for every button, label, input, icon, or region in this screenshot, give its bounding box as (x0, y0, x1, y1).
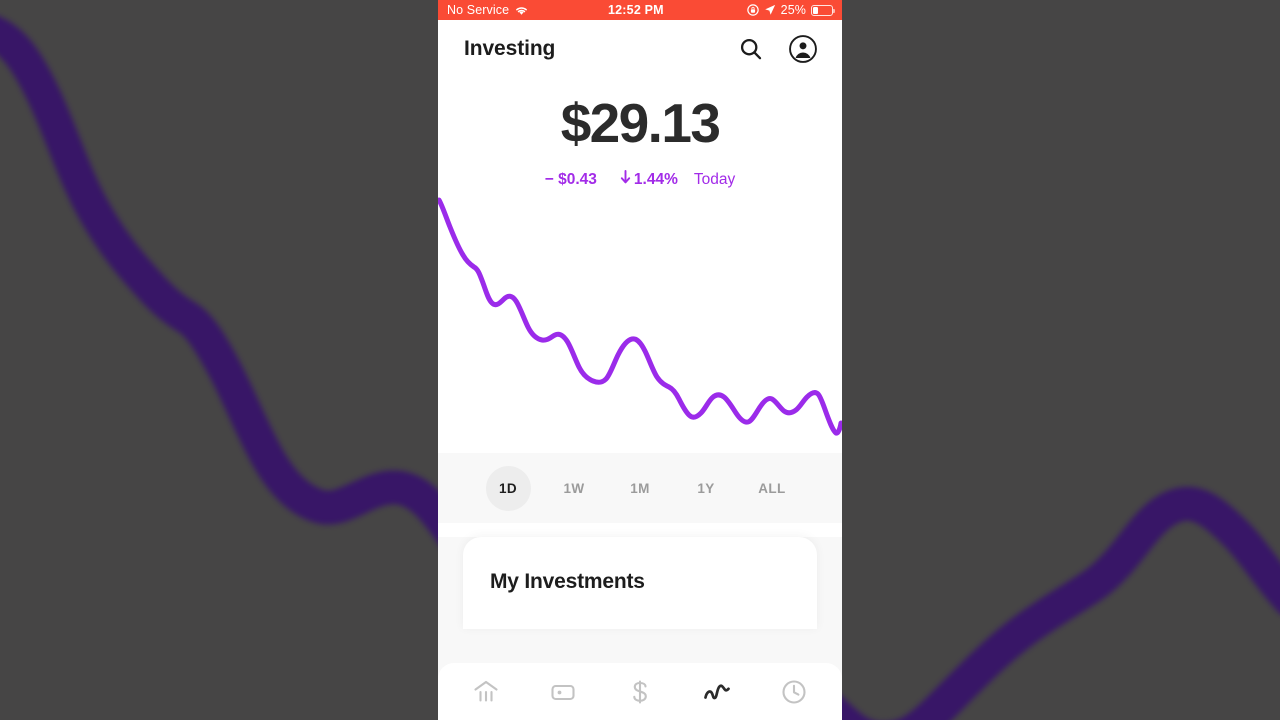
range-tab-1m[interactable]: 1M (618, 466, 663, 511)
search-icon[interactable] (736, 34, 766, 64)
price-chart-line (438, 197, 842, 436)
clock-icon[interactable] (769, 670, 819, 714)
page-title: Investing (464, 36, 556, 60)
header-actions (736, 34, 818, 64)
price-summary: $29.13 − $0.43 1.44% Today (438, 77, 842, 189)
range-tab-1w[interactable]: 1W (552, 466, 597, 511)
carrier-label: No Service (447, 3, 510, 17)
range-tab-all[interactable]: ALL (750, 466, 795, 511)
change-percent: 1.44% (633, 170, 678, 188)
status-bar-clock: 12:52 PM (608, 3, 664, 17)
change-period: Today (693, 170, 736, 188)
orientation-lock-icon (746, 4, 759, 16)
squiggle-line-icon[interactable] (692, 670, 742, 714)
bottom-navigation-bar (438, 663, 842, 720)
change-amount: − $0.43 (544, 170, 597, 188)
status-bar-right: 25% (746, 3, 836, 17)
my-investments-title: My Investments (490, 570, 645, 593)
phone-screen: No Service 12:52 PM 25% Investing $29.13… (438, 0, 842, 720)
dollar-icon[interactable] (615, 670, 665, 714)
ios-status-bar: No Service 12:52 PM 25% (438, 0, 842, 20)
price-chart[interactable] (438, 195, 842, 453)
wifi-icon (514, 5, 529, 16)
arrow-down-icon (620, 170, 631, 189)
change-percent-group: 1.44% (620, 170, 678, 189)
status-bar-left: No Service (447, 3, 529, 17)
my-investments-card[interactable]: My Investments (463, 537, 817, 629)
price-change-row: − $0.43 1.44% Today (438, 170, 842, 189)
bank-icon[interactable] (461, 670, 511, 714)
time-range-selector: 1D 1W 1M 1Y ALL (438, 453, 842, 523)
battery-percent-label: 25% (780, 3, 806, 17)
current-price: $29.13 (560, 92, 721, 154)
battery-icon (811, 4, 836, 16)
range-tab-1y[interactable]: 1Y (684, 466, 729, 511)
range-tab-1d[interactable]: 1D (485, 465, 531, 511)
range-tabs: 1D 1W 1M 1Y ALL (485, 465, 795, 511)
card-icon[interactable] (538, 670, 588, 714)
account-avatar-icon[interactable] (788, 34, 818, 64)
location-arrow-icon (764, 4, 776, 16)
app-header: Investing (438, 20, 842, 77)
price-chart-svg (438, 197, 842, 436)
